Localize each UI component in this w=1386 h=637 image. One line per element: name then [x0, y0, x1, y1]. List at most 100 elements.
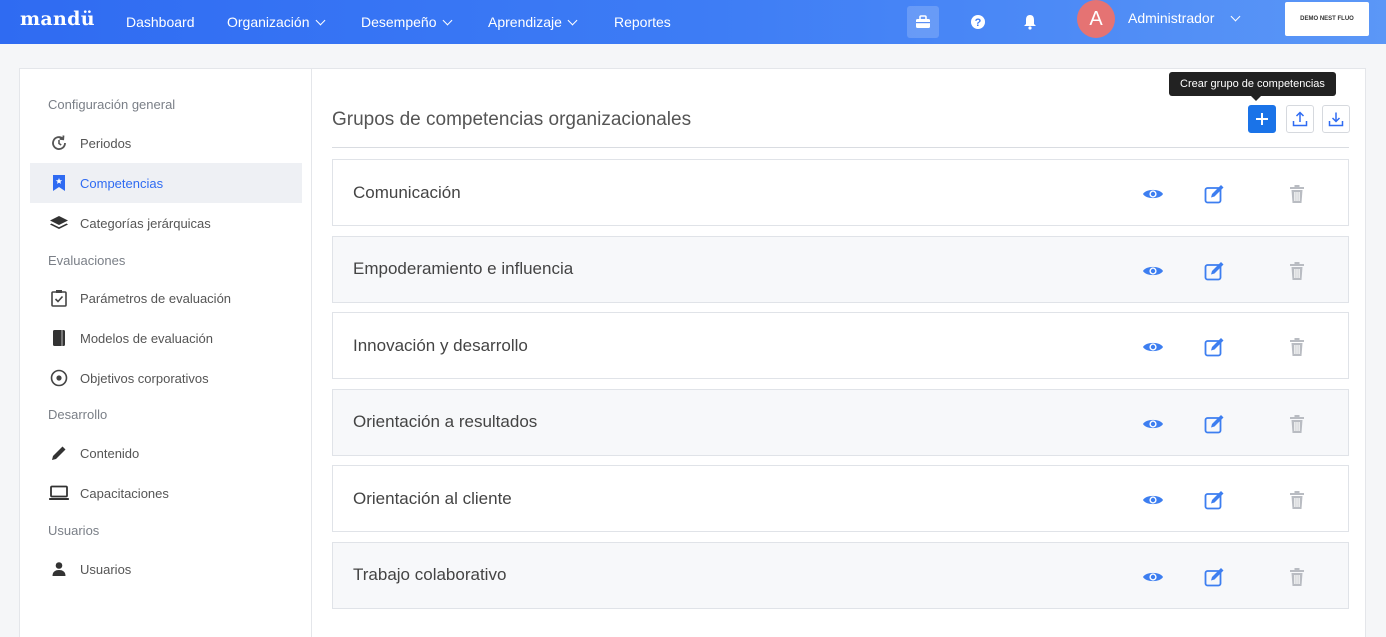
delete-button[interactable]: [1285, 259, 1309, 283]
bookmark-star-icon: [48, 172, 70, 194]
trash-icon: [1290, 414, 1304, 433]
section-title-usuarios: Usuarios: [48, 523, 100, 538]
competency-group-row: Innovación y desarrollo: [332, 312, 1349, 379]
delete-button[interactable]: [1285, 182, 1309, 206]
competency-group-row: Comunicación: [332, 159, 1349, 226]
chevron-down-icon: [567, 15, 578, 25]
sidebar-item-parametros[interactable]: Parámetros de evaluación: [30, 278, 302, 318]
sidebar-item-label: Competencias: [80, 175, 164, 191]
briefcase-icon[interactable]: [907, 6, 939, 38]
edit-button[interactable]: [1203, 488, 1227, 512]
sidebar: Configuración general Periodos Competenc…: [20, 69, 312, 637]
delete-button[interactable]: [1285, 488, 1309, 512]
edit-button[interactable]: [1203, 335, 1227, 359]
chevron-down-icon: [442, 15, 452, 25]
competency-group-row: Orientación al cliente: [332, 465, 1349, 532]
main-card: Configuración general Periodos Competenc…: [19, 68, 1366, 637]
edit-icon: [1204, 261, 1224, 280]
sidebar-item-label: Objetivos corporativos: [80, 370, 209, 386]
trash-icon: [1290, 261, 1304, 280]
target-icon: [48, 367, 70, 389]
upload-icon: [1292, 111, 1308, 127]
page-title: Grupos de competencias organizacionales: [332, 109, 692, 130]
sidebar-item-contenido[interactable]: Contenido: [30, 433, 302, 473]
view-button[interactable]: [1141, 565, 1165, 589]
competency-group-name: Orientación al cliente: [353, 488, 512, 508]
sidebar-item-capacitaciones[interactable]: Capacitaciones: [30, 473, 302, 513]
nav-label: Organización: [227, 14, 310, 30]
sidebar-item-label: Modelos de evaluación: [80, 330, 213, 346]
app-logo[interactable]: mandü: [20, 8, 95, 30]
plus-icon: [1256, 113, 1268, 125]
view-button[interactable]: [1141, 335, 1165, 359]
sidebar-item-categorias[interactable]: Categorías jerárquicas: [30, 203, 302, 243]
title-divider: [332, 147, 1349, 148]
download-button[interactable]: [1322, 105, 1350, 133]
view-button[interactable]: [1141, 412, 1165, 436]
eye-icon: [1143, 419, 1163, 428]
chevron-down-icon: [1230, 11, 1241, 21]
edit-icon: [1204, 414, 1224, 433]
competency-group-row: Orientación a resultados: [332, 388, 1349, 456]
laptop-icon: [48, 482, 70, 504]
sidebar-item-label: Usuarios: [80, 561, 132, 577]
competency-group-name: Comunicación: [353, 182, 461, 202]
sidebar-item-modelos[interactable]: Modelos de evaluación: [30, 318, 302, 358]
trash-icon: [1290, 491, 1304, 509]
view-button[interactable]: [1141, 182, 1165, 206]
sidebar-item-objetivos[interactable]: Objetivos corporativos: [30, 358, 302, 398]
nav-organizacion[interactable]: Organización: [227, 0, 325, 44]
edit-icon: [1204, 338, 1224, 357]
edit-icon: [1204, 491, 1224, 510]
view-button[interactable]: [1141, 488, 1165, 512]
sidebar-item-label: Capacitaciones: [80, 485, 169, 501]
company-logo[interactable]: DEMO NEST FLUO: [1285, 2, 1369, 36]
nav-label: Desempeño: [361, 14, 437, 30]
nav-reportes[interactable]: Reportes: [614, 0, 671, 44]
create-group-button[interactable]: [1248, 105, 1276, 133]
nav-desempeno[interactable]: Desempeño: [361, 0, 452, 44]
top-navbar: mandü Dashboard Organización Desempeño A…: [0, 0, 1386, 44]
competency-group-name: Innovación y desarrollo: [353, 335, 528, 355]
delete-button[interactable]: [1285, 412, 1309, 436]
sidebar-item-usuarios[interactable]: Usuarios: [30, 549, 302, 589]
layers-icon: [48, 212, 70, 234]
eye-icon: [1143, 495, 1163, 505]
eye-icon: [1143, 342, 1163, 352]
upload-button[interactable]: [1286, 105, 1314, 133]
bell-icon[interactable]: [1014, 6, 1046, 38]
view-button[interactable]: [1141, 259, 1165, 283]
section-title-evaluaciones: Evaluaciones: [48, 253, 126, 268]
nav-dashboard[interactable]: Dashboard: [126, 0, 195, 44]
delete-button[interactable]: [1285, 335, 1309, 359]
section-title-desarrollo: Desarrollo: [48, 407, 108, 422]
delete-button[interactable]: [1285, 565, 1309, 589]
sidebar-item-label: Contenido: [80, 445, 140, 461]
trash-icon: [1290, 338, 1304, 356]
checklist-icon: [48, 287, 70, 309]
download-icon: [1328, 112, 1344, 127]
main-content: Grupos de competencias organizacionales …: [332, 69, 1367, 637]
nav-label: Aprendizaje: [488, 14, 562, 30]
pencil-icon: [48, 442, 70, 464]
nav-label: Reportes: [614, 14, 671, 30]
user-name: Administrador: [1128, 10, 1215, 26]
eye-icon: [1143, 572, 1163, 581]
edit-button[interactable]: [1203, 412, 1227, 436]
section-title-configuracion: Configuración general: [48, 97, 176, 112]
nav-aprendizaje[interactable]: Aprendizaje: [488, 0, 578, 44]
edit-button[interactable]: [1203, 182, 1227, 206]
eye-icon: [1143, 266, 1163, 275]
sidebar-item-competencias[interactable]: Competencias: [30, 163, 302, 203]
create-group-tooltip: Crear grupo de competencias: [1169, 72, 1336, 101]
help-icon[interactable]: ?: [962, 6, 994, 38]
avatar[interactable]: A: [1077, 0, 1115, 38]
edit-icon: [1204, 185, 1224, 204]
edit-button[interactable]: [1203, 565, 1227, 589]
user-menu[interactable]: Administrador: [1128, 0, 1241, 36]
sidebar-item-periodos[interactable]: Periodos: [30, 123, 302, 163]
edit-button[interactable]: [1203, 259, 1227, 283]
nav-label: Dashboard: [126, 14, 195, 30]
trash-icon: [1290, 567, 1304, 586]
competency-group-name: Orientación a resultados: [353, 412, 538, 431]
